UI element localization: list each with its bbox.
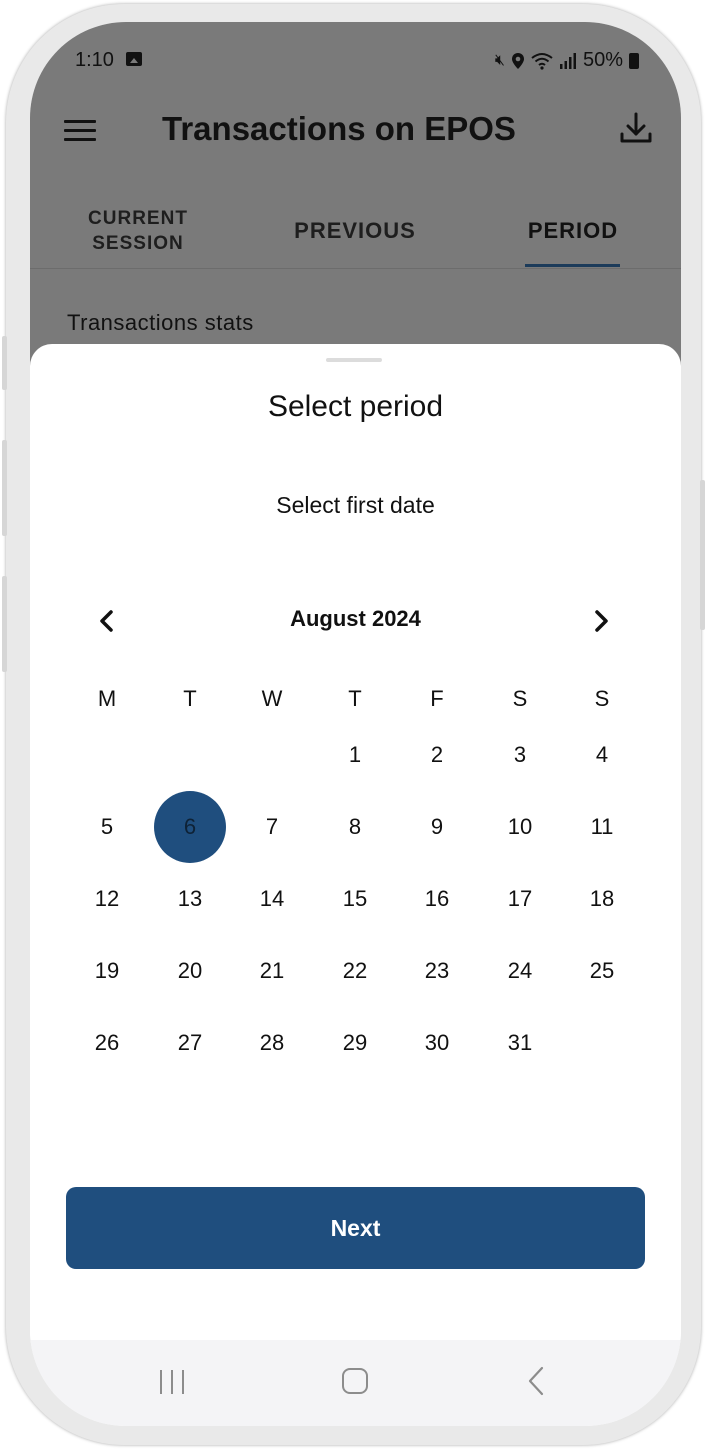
calendar-day[interactable]: 22	[319, 935, 391, 1007]
tab-label: CURRENT	[88, 208, 188, 229]
calendar-day[interactable]: 21	[236, 935, 308, 1007]
phone-side-button	[2, 576, 7, 672]
weekday-label: S	[594, 686, 610, 711]
calendar-day[interactable]: 13	[154, 863, 226, 935]
divider	[30, 268, 681, 269]
tab-label: SESSION	[92, 233, 184, 254]
hamburger-menu-icon[interactable]	[64, 120, 96, 141]
page-title: Transactions on EPOS	[162, 110, 516, 147]
calendar-day[interactable]: 19	[71, 935, 143, 1007]
tab-label: PREVIOUS	[294, 218, 416, 243]
recent-apps-icon[interactable]	[160, 1370, 186, 1394]
calendar-day-selected[interactable]: 6	[154, 791, 226, 863]
chevron-right-icon[interactable]	[578, 598, 624, 644]
calendar-day[interactable]: 2	[401, 719, 473, 791]
calendar-day[interactable]: 23	[401, 935, 473, 1007]
tab-label: PERIOD	[527, 218, 619, 243]
calendar-day[interactable]: 1	[319, 719, 391, 791]
dimmed-app-background: 1:10 🔇︎ 50% Transactions on EPOS CURRENT…	[30, 22, 681, 382]
wifi-icon	[531, 52, 553, 70]
screen: 1:10 🔇︎ 50% Transactions on EPOS CURRENT…	[30, 22, 681, 1426]
status-bar: 1:10 🔇︎ 50%	[30, 22, 681, 98]
weekday-label: S	[512, 686, 528, 711]
select-period-bottom-sheet: Select period Select first date August 2…	[30, 344, 681, 1344]
calendar-day[interactable]: 5	[71, 791, 143, 863]
calendar-day[interactable]: 15	[319, 863, 391, 935]
calendar-day[interactable]: 28	[236, 1007, 308, 1079]
back-icon[interactable]	[526, 1366, 546, 1396]
calendar-day[interactable]: 8	[319, 791, 391, 863]
calendar-day[interactable]: 30	[401, 1007, 473, 1079]
status-indicators: 🔇︎ 50%	[495, 49, 639, 72]
calendar-day[interactable]: 9	[401, 791, 473, 863]
tab-period[interactable]: PERIOD	[510, 194, 636, 268]
weekday-label: M	[97, 686, 117, 711]
signal-icon	[559, 52, 576, 69]
calendar-day[interactable]: 7	[236, 791, 308, 863]
app-bar: Transactions on EPOS	[30, 98, 681, 162]
tab-previous[interactable]: PREVIOUS	[272, 194, 438, 268]
home-icon[interactable]	[342, 1368, 368, 1394]
phone-side-button	[2, 336, 7, 390]
month-navigation: August 2024	[30, 598, 681, 644]
calendar-day[interactable]: 16	[401, 863, 473, 935]
location-icon	[511, 52, 524, 69]
calendar-day[interactable]: 11	[566, 791, 638, 863]
mute-icon: 🔇︎	[494, 51, 505, 69]
weekday-label: F	[430, 686, 444, 711]
calendar-day[interactable]: 10	[484, 791, 556, 863]
image-icon	[126, 52, 142, 66]
next-button[interactable]: Next	[66, 1187, 645, 1269]
weekday-label: W	[261, 686, 283, 711]
calendar-day[interactable]: 14	[236, 863, 308, 935]
calendar-day[interactable]: 4	[566, 719, 638, 791]
phone-side-button	[2, 440, 7, 536]
calendar-day[interactable]: 12	[71, 863, 143, 935]
calendar-day[interactable]: 31	[484, 1007, 556, 1079]
system-navigation-bar	[30, 1340, 681, 1426]
weekday-label: T	[183, 686, 197, 711]
drag-handle[interactable]	[326, 358, 382, 362]
calendar-day[interactable]: 29	[319, 1007, 391, 1079]
tab-bar: CURRENT SESSION PREVIOUS PERIOD	[30, 194, 681, 268]
sheet-title: Select period	[267, 390, 444, 423]
status-time: 1:10	[75, 49, 114, 71]
battery-icon	[629, 52, 639, 69]
phone-side-button	[700, 480, 705, 630]
download-icon[interactable]	[616, 108, 656, 148]
active-tab-indicator	[525, 264, 620, 267]
tab-current-session[interactable]: CURRENT SESSION	[74, 194, 202, 268]
calendar-day[interactable]: 25	[566, 935, 638, 1007]
calendar-day[interactable]: 18	[566, 863, 638, 935]
battery-percent: 50%	[582, 49, 623, 71]
calendar-day[interactable]: 17	[484, 863, 556, 935]
calendar-day[interactable]: 26	[71, 1007, 143, 1079]
calendar-day[interactable]: 24	[484, 935, 556, 1007]
weekday-label: T	[348, 686, 362, 711]
sheet-subtitle: Select first date	[276, 492, 435, 518]
calendar-day[interactable]: 27	[154, 1007, 226, 1079]
calendar-day[interactable]: 20	[154, 935, 226, 1007]
section-heading: Transactions stats	[67, 310, 254, 335]
calendar-day[interactable]: 3	[484, 719, 556, 791]
